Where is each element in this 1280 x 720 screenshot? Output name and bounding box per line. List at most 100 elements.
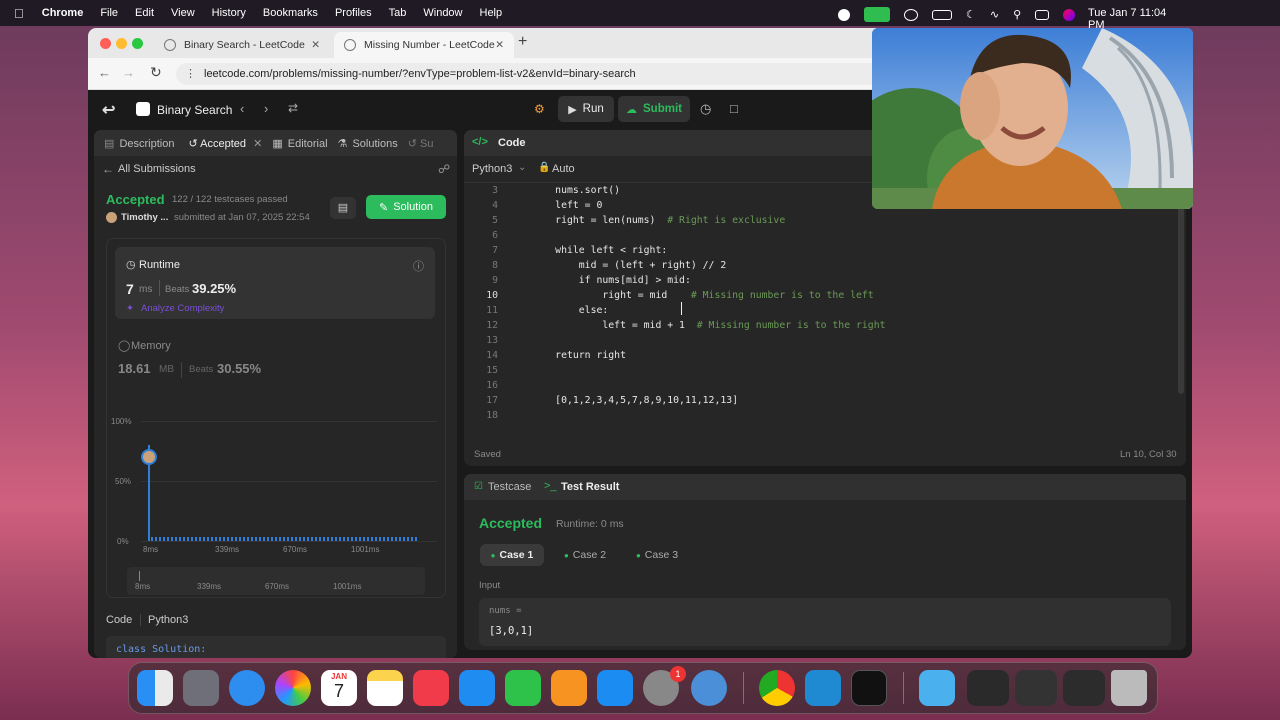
code-line[interactable]: 8 mid = (left + right) // 2 [464, 258, 1176, 273]
tab-submissions[interactable]: ↺ Su [408, 137, 434, 150]
code-line[interactable]: 18 [464, 408, 1176, 423]
facetime-icon[interactable] [864, 7, 890, 22]
run-button[interactable]: ▶ Run [558, 96, 614, 122]
siri-icon[interactable] [1063, 8, 1076, 21]
chevron-down-icon[interactable]: ⌄ [518, 162, 526, 173]
info-icon[interactable]: ⓘ [413, 258, 424, 274]
slider-handle[interactable] [139, 571, 140, 581]
search-icon[interactable]: ⚲ [1013, 8, 1021, 21]
code-line[interactable]: 14 return right [464, 348, 1176, 363]
back-arrow-icon[interactable]: ← [102, 162, 114, 176]
launchpad-icon[interactable] [183, 670, 219, 706]
code-line[interactable]: 9 if nums[mid] > mid: [464, 273, 1176, 288]
menu-edit[interactable]: Edit [135, 7, 154, 19]
minimized-window-icon[interactable] [1015, 670, 1057, 706]
finder-icon[interactable] [137, 670, 173, 706]
range-slider[interactable]: 8ms 339ms 670ms 1001ms [127, 567, 425, 595]
menu-history[interactable]: History [212, 7, 246, 19]
code-line[interactable]: 15 [464, 363, 1176, 378]
pages-icon[interactable] [551, 670, 587, 706]
close-tab-icon[interactable]: ✕ [311, 39, 320, 51]
tab-description[interactable]: ▤ Description [104, 137, 174, 150]
tab-editorial[interactable]: ▦ Editorial [272, 137, 327, 150]
share-link-icon[interactable]: ☍ [438, 162, 450, 176]
minimized-window-icon[interactable] [1063, 670, 1105, 706]
close-tab-icon[interactable]: ✕ [495, 39, 504, 51]
code-line[interactable]: 10 right = mid # Missing number is to th… [464, 288, 1176, 303]
code-line[interactable]: 16 [464, 378, 1176, 393]
memory-card[interactable]: ◯ Memory 18.61 MB Beats 30.55% [115, 329, 435, 389]
tab-testcase[interactable]: Testcase [488, 481, 531, 493]
quicktime-icon[interactable] [691, 670, 727, 706]
reload-icon[interactable]: ↻ [150, 64, 162, 81]
forward-icon[interactable]: → [122, 65, 135, 80]
solution-button[interactable]: ✎ Solution [366, 195, 446, 219]
close-window-button[interactable] [100, 38, 111, 49]
close-tab-icon[interactable]: ✕ [253, 138, 262, 150]
minimize-window-button[interactable] [116, 38, 127, 49]
trash-icon[interactable] [1111, 670, 1147, 706]
play-icon[interactable] [904, 8, 918, 21]
moon-icon[interactable]: ☾ [966, 8, 976, 21]
downloads-folder-icon[interactable] [919, 670, 955, 706]
back-icon[interactable]: ← [98, 65, 111, 80]
problem-list-title[interactable]: Binary Search [157, 103, 232, 117]
auto-mode[interactable]: Auto [552, 163, 575, 175]
chrome-icon[interactable] [759, 670, 795, 706]
tab-test-result[interactable]: Test Result [561, 481, 619, 493]
language-select[interactable]: Python3 [472, 163, 512, 175]
menu-view[interactable]: View [171, 7, 195, 19]
shuffle-icon[interactable]: ⇄ [288, 101, 298, 115]
tab-solutions[interactable]: ⚗ Solutions [338, 137, 398, 150]
browser-tab[interactable]: Binary Search - LeetCode ✕ [154, 32, 330, 58]
case-1-tab[interactable]: ● Case 1 [480, 544, 544, 566]
avatar[interactable] [106, 212, 117, 223]
debug-icon[interactable]: ⚙ [534, 102, 545, 116]
submit-button[interactable]: ☁ Submit [618, 96, 690, 122]
menu-profiles[interactable]: Profiles [335, 7, 372, 19]
keynote-icon[interactable] [459, 670, 495, 706]
zoom-window-button[interactable] [132, 38, 143, 49]
case-2-tab[interactable]: ● Case 2 [554, 544, 616, 566]
new-tab-button[interactable]: + [518, 33, 527, 51]
control-center-icon[interactable] [1035, 9, 1050, 20]
calendar-icon[interactable]: JAN 7 [321, 670, 357, 706]
terminal-icon[interactable] [851, 670, 887, 706]
numbers-icon[interactable] [505, 670, 541, 706]
code-tab-label[interactable]: Code [498, 137, 526, 149]
code-line[interactable]: 7 while left < right: [464, 243, 1176, 258]
prev-problem-icon[interactable]: ‹ [240, 101, 244, 116]
scrollbar[interactable] [1178, 184, 1184, 394]
battery-icon[interactable] [932, 9, 952, 20]
leetcode-logo-icon[interactable]: ↩ [102, 100, 115, 120]
code-line[interactable]: 17 [0,1,2,3,4,5,7,8,9,10,11,12,13] [464, 393, 1176, 408]
app-store-icon[interactable] [597, 670, 633, 706]
book-icon[interactable]: ▤ [330, 197, 356, 219]
photos-icon[interactable] [275, 670, 311, 706]
code-line[interactable]: 5 right = len(nums) # Right is exclusive [464, 213, 1176, 228]
code-line[interactable]: 12 left = mid + 1 # Missing number is to… [464, 318, 1176, 333]
all-submissions-link[interactable]: All Submissions [118, 163, 196, 175]
code-line[interactable]: 13 [464, 333, 1176, 348]
user-name[interactable]: Timothy ... [121, 212, 168, 223]
site-info-icon[interactable]: ⋮ [185, 63, 196, 85]
wifi-icon[interactable]: ∿ [990, 8, 999, 21]
user-avatar-marker[interactable] [141, 449, 157, 465]
distribution-bars[interactable] [151, 537, 417, 541]
notes-icon[interactable]: □ [730, 101, 738, 116]
minimized-window-icon[interactable] [967, 670, 1009, 706]
tab-accepted[interactable]: ↺ Accepted ✕ [188, 137, 262, 150]
menu-file[interactable]: File [100, 7, 118, 19]
analyze-complexity-link[interactable]: Analyze Complexity [141, 303, 224, 314]
menu-bookmarks[interactable]: Bookmarks [263, 7, 318, 19]
code-area[interactable]: 3 nums.sort() 4 left = 0 5 right = len(num… [464, 183, 1176, 423]
menu-window[interactable]: Window [423, 7, 462, 19]
menu-chrome[interactable]: Chrome [42, 7, 84, 19]
safari-icon[interactable] [229, 670, 265, 706]
browser-tab-active[interactable]: Missing Number - LeetCode ✕ [334, 32, 514, 58]
next-problem-icon[interactable]: › [264, 101, 268, 116]
menu-tab[interactable]: Tab [389, 7, 407, 19]
vscode-icon[interactable] [805, 670, 841, 706]
apple-icon[interactable]:  [14, 6, 24, 21]
timer-icon[interactable]: ◷ [700, 101, 711, 117]
